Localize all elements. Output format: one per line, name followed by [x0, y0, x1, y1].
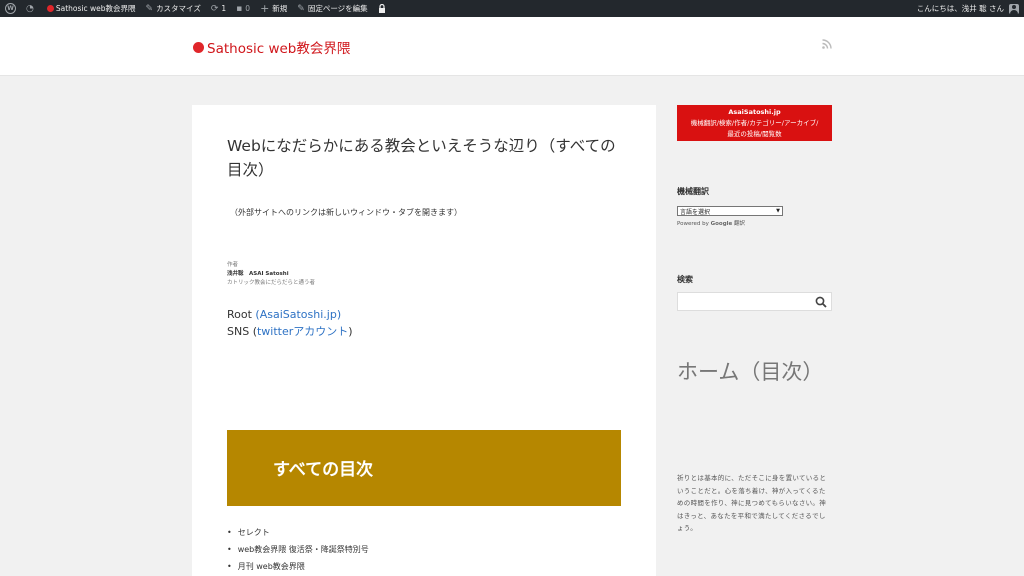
- translate-widget-title: 機械翻訳: [677, 187, 709, 196]
- site-dot-icon: [46, 5, 54, 12]
- language-select[interactable]: 言語を選択 ▼: [677, 206, 783, 216]
- customize-label: カスタマイズ: [156, 4, 201, 13]
- sns-suffix: ): [348, 325, 353, 338]
- wordpress-logo-button[interactable]: W: [0, 0, 21, 17]
- toc-list: セレクト web教会界隈 復活祭・降誕祭特別号 月刊 web教会界隈: [227, 524, 369, 575]
- powered-prefix: Powered by: [677, 221, 711, 227]
- author-block: 作者 浅井聡 ASAI Satoshi カトリック教会にだらだらと通う者: [227, 261, 315, 288]
- prayer-text: 祈りとは基本的に、ただそこに身を置いているということだと。心を落ち着け、神が入っ…: [677, 474, 827, 532]
- comments-button[interactable]: ▪ 0: [231, 0, 255, 17]
- profile-links: Root (AsaiSatoshi.jp) SNS (twitterアカウント): [227, 306, 353, 340]
- root-line: Root (AsaiSatoshi.jp): [227, 306, 353, 323]
- site-title: Sathosic web教会界隈: [207, 41, 351, 57]
- new-label: 新規: [272, 4, 288, 13]
- site-name-menu[interactable]: Sathosic web教会界隈: [42, 0, 141, 17]
- widget-links-line1: 機械翻訳/検索/作者/カテゴリー/アーカイブ/: [690, 119, 819, 127]
- toc-item[interactable]: セレクト: [227, 524, 369, 541]
- toc-item-label: web教会界隈 復活祭・降誕祭特別号: [237, 545, 369, 554]
- main-content-card: Webになだらかにある教会といえそうな辺り（すべての目次） （外部サイトへのリン…: [192, 105, 656, 576]
- dashboard-button[interactable]: ◔: [21, 0, 42, 17]
- brush-icon: ✎: [145, 3, 154, 14]
- asaisatoshi-widget[interactable]: AsaiSatoshi.jp 機械翻訳/検索/作者/カテゴリー/アーカイブ/ 最…: [677, 105, 832, 141]
- powered-suffix[interactable]: 翻訳: [732, 221, 745, 227]
- toc-item-label: 月刊 web教会界隈: [237, 562, 305, 571]
- widget-title: AsaiSatoshi.jp: [728, 108, 781, 116]
- comments-count: 0: [245, 4, 251, 13]
- comment-icon: ▪: [236, 3, 243, 14]
- customize-button[interactable]: ✎ カスタマイズ: [141, 0, 206, 17]
- edit-page-label: 固定ページを編集: [307, 4, 368, 13]
- account-menu[interactable]: こんにちは、浅井 聡 さん: [912, 0, 1024, 17]
- toc-banner-title: すべての目次: [273, 460, 374, 480]
- post-title: Webになだらかにある教会といえそうな辺り（すべての目次）: [227, 137, 616, 179]
- updates-count: 1: [221, 4, 227, 13]
- refresh-icon: ⟳: [210, 3, 219, 14]
- rss-icon[interactable]: [822, 39, 832, 49]
- root-prefix: Root: [227, 308, 256, 321]
- author-label: 作者: [227, 262, 239, 268]
- dashboard-icon: ◔: [26, 3, 34, 14]
- search-box: [677, 292, 832, 315]
- toc-item-label: セレクト: [237, 528, 270, 537]
- sns-line: SNS (twitterアカウント): [227, 323, 353, 340]
- plus-icon: +: [260, 2, 270, 15]
- toc-item[interactable]: web教会界隈 復活祭・降誕祭特別号: [227, 541, 369, 558]
- language-select-value: 言語を選択: [680, 208, 711, 216]
- powered-by-google: Powered by Google 翻訳: [677, 219, 745, 227]
- wordpress-icon: W: [5, 3, 16, 14]
- site-name-label: Sathosic web教会界隈: [55, 4, 136, 13]
- avatar: [1009, 3, 1019, 14]
- greeting-label: こんにちは、浅井 聡 さん: [916, 4, 1004, 13]
- root-link[interactable]: (AsaiSatoshi.jp): [255, 308, 341, 321]
- site-title-link[interactable]: Sathosic web教会界隈: [193, 37, 350, 57]
- updates-button[interactable]: ⟳ 1: [206, 0, 231, 17]
- twitter-link[interactable]: twitterアカウント: [257, 325, 348, 338]
- author-name: 浅井聡 ASAI Satoshi: [227, 271, 289, 277]
- toc-item[interactable]: 月刊 web教会界隈: [227, 558, 369, 575]
- pencil-icon: ✎: [297, 3, 305, 14]
- home-heading: ホーム（目次）: [677, 360, 824, 384]
- new-content-button[interactable]: + 新規: [255, 0, 292, 17]
- lock-button[interactable]: [373, 0, 391, 17]
- edit-page-button[interactable]: ✎ 固定ページを編集: [292, 0, 372, 17]
- author-description: カトリック教会にだらだらと通う者: [227, 280, 316, 286]
- toc-banner: すべての目次: [227, 430, 621, 506]
- chevron-down-icon: ▼: [776, 208, 780, 214]
- search-input[interactable]: [678, 298, 808, 315]
- sns-prefix: SNS (: [227, 325, 257, 338]
- search-icon[interactable]: [815, 296, 827, 308]
- widget-links-line2: 最近の投稿/閲覧数: [727, 130, 782, 138]
- external-link-note: （外部サイトへのリンクは新しいウィンドウ・タブを開きます）: [230, 208, 462, 217]
- lock-icon: [378, 4, 385, 13]
- admin-bar: W ◔ Sathosic web教会界隈 ✎ カスタマイズ ⟳ 1 ▪ 0 + …: [0, 0, 1024, 17]
- search-widget-title: 検索: [677, 275, 693, 284]
- google-logo-text: Google: [710, 221, 733, 227]
- site-header: Sathosic web教会界隈: [0, 17, 1024, 76]
- site-logo-dot-icon: [193, 41, 204, 53]
